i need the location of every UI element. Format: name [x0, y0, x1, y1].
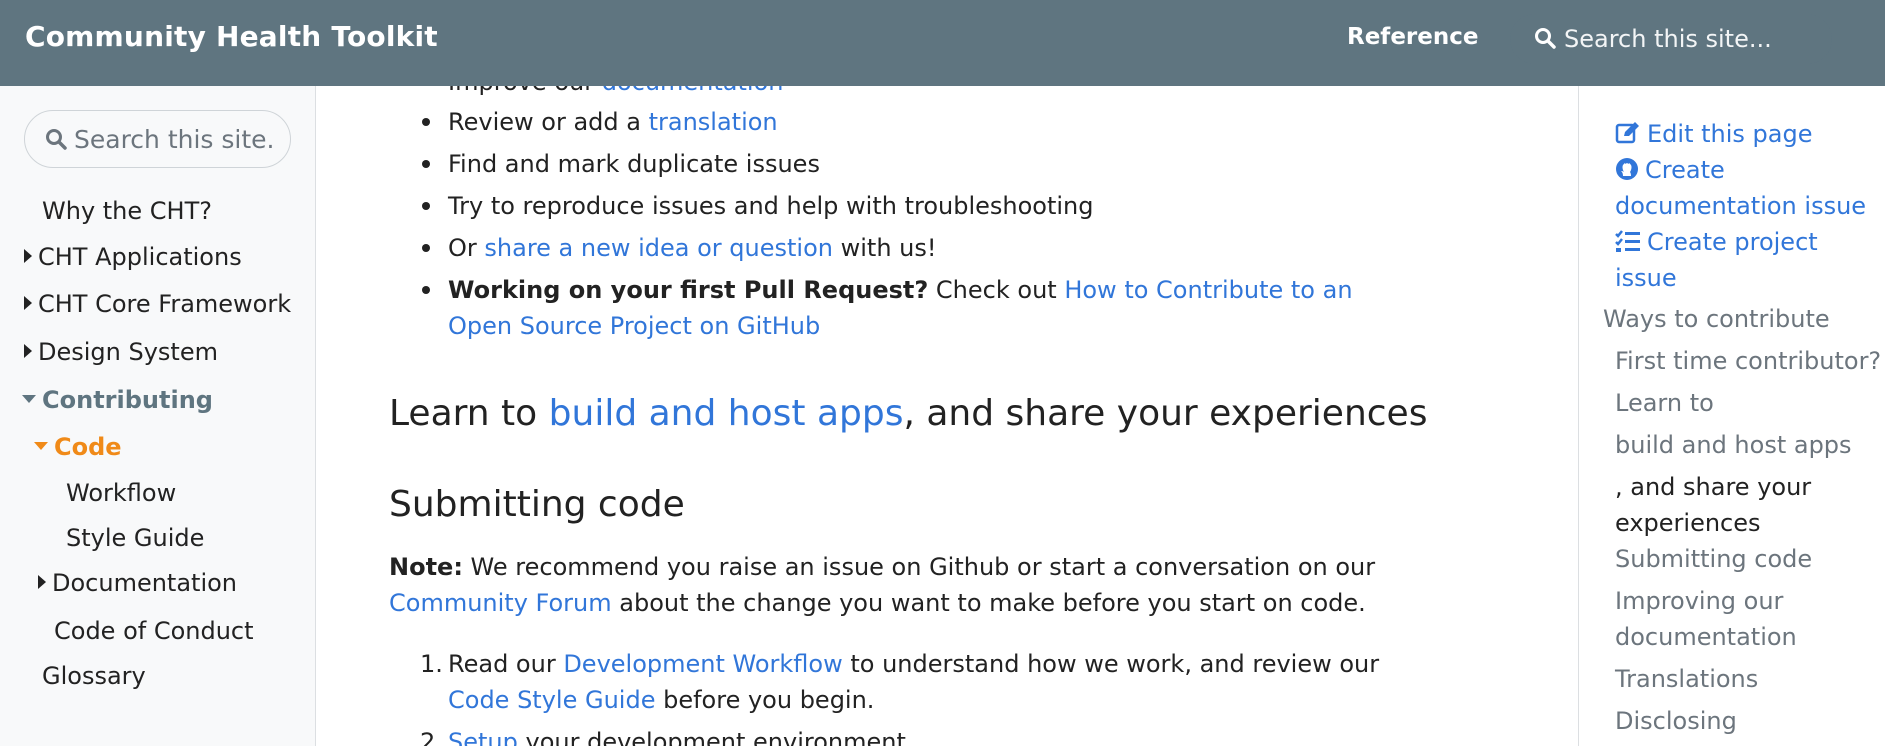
toc-first-time-contributor[interactable]: First time contributor?	[1615, 343, 1881, 379]
sidebar-item-cht-applications[interactable]: CHT Applications	[24, 243, 242, 271]
create-doc-issue-link[interactable]: Create	[1615, 152, 1725, 188]
list-item: Try to reproduce issues and help with tr…	[422, 188, 1094, 224]
sidebar-item-contributing[interactable]: Contributing	[22, 386, 213, 414]
documentation-link[interactable]: documentation	[602, 86, 784, 96]
tasks-icon	[1615, 230, 1640, 252]
sidebar-search-input[interactable]: Search this site.	[24, 110, 291, 168]
community-forum-link[interactable]: Community Forum	[389, 589, 612, 617]
caret-right-icon[interactable]	[24, 296, 32, 310]
right-toc: Edit this page Create documentation issu…	[1578, 86, 1885, 746]
sidebar-item-style-guide[interactable]: Style Guide	[66, 524, 204, 552]
search-icon	[1534, 27, 1556, 53]
site-title[interactable]: Community Health Toolkit	[25, 20, 438, 53]
main-content: Improve our documentation Review or add …	[316, 86, 1578, 746]
create-doc-issue-link-cont[interactable]: documentation issue	[1615, 188, 1866, 224]
toc-disclosing[interactable]: Disclosing	[1615, 703, 1737, 739]
heading-learn: Learn to build and host apps, and share …	[389, 393, 1428, 434]
caret-right-icon[interactable]	[24, 249, 32, 263]
header-search-placeholder: Search this site...	[1564, 25, 1772, 53]
search-icon	[45, 128, 67, 154]
translation-link[interactable]: translation	[649, 108, 778, 136]
caret-down-icon[interactable]	[34, 442, 48, 450]
toc-ways-to-contribute[interactable]: Ways to contribute	[1603, 301, 1830, 337]
edit-icon	[1615, 122, 1639, 144]
create-project-issue-link[interactable]: Create project	[1615, 224, 1818, 260]
list-item: Or share a new idea or question with us!	[422, 230, 937, 266]
list-item: Improve our documentation	[448, 86, 783, 100]
build-host-apps-link[interactable]: build and host apps	[549, 393, 904, 434]
sidebar-item-design-system[interactable]: Design System	[24, 338, 218, 366]
sidebar-item-workflow[interactable]: Workflow	[66, 479, 176, 507]
how-to-contribute-link[interactable]: How to Contribute to an	[1064, 276, 1352, 304]
caret-right-icon[interactable]	[38, 575, 46, 589]
list-item: Review or add a translation	[422, 104, 778, 140]
header-search-input[interactable]: Search this site...	[1510, 14, 1832, 64]
sidebar-item-why-cht[interactable]: Why the CHT?	[42, 197, 212, 225]
toc-submitting-code[interactable]: Submitting code	[1615, 541, 1812, 577]
toc-build-host-apps[interactable]: build and host apps	[1615, 427, 1852, 463]
toc-learn-to[interactable]: Learn to	[1615, 385, 1714, 421]
edit-page-link[interactable]: Edit this page	[1615, 116, 1812, 152]
top-navbar: Community Health Toolkit Reference Searc…	[0, 0, 1885, 86]
toc-share-experiences[interactable]: , and share your	[1615, 469, 1811, 505]
list-item: Working on your first Pull Request? Chec…	[422, 272, 1353, 344]
note-paragraph: Note: We recommend you raise an issue on…	[389, 553, 1376, 617]
share-idea-link[interactable]: share a new idea or question	[484, 234, 833, 262]
caret-down-icon[interactable]	[22, 395, 36, 403]
nav-reference-link[interactable]: Reference	[1347, 24, 1478, 50]
sidebar-item-code-of-conduct[interactable]: Code of Conduct	[54, 617, 254, 645]
how-to-contribute-link-cont[interactable]: Open Source Project on GitHub	[448, 312, 820, 340]
list-item: Find and mark duplicate issues	[422, 146, 820, 182]
setup-link[interactable]: Setup	[448, 728, 518, 746]
sidebar-item-cht-core[interactable]: CHT Core Framework	[24, 290, 291, 318]
toc-improving-docs-cont[interactable]: documentation	[1615, 619, 1797, 655]
sidebar-search-placeholder: Search this site.	[74, 125, 275, 154]
toc-improving-docs[interactable]: Improving our	[1615, 583, 1783, 619]
sidebar-item-documentation[interactable]: Documentation	[38, 569, 237, 597]
create-project-issue-link-cont[interactable]: issue	[1615, 260, 1677, 296]
development-workflow-link[interactable]: Development Workflow	[563, 650, 842, 678]
sidebar-item-glossary[interactable]: Glossary	[42, 662, 146, 690]
toc-share-experiences-cont[interactable]: experiences	[1615, 505, 1761, 541]
left-sidebar: Search this site. Why the CHT? CHT Appli…	[0, 86, 316, 746]
github-icon	[1616, 158, 1638, 180]
list-item: 1. Read our Development Workflow to under…	[420, 650, 1380, 714]
sidebar-item-code[interactable]: Code	[34, 433, 122, 461]
toc-translations[interactable]: Translations	[1615, 661, 1758, 697]
heading-submitting-code: Submitting code	[389, 484, 685, 525]
caret-right-icon[interactable]	[24, 344, 32, 358]
list-item: 2. Setup your development environment	[420, 724, 1398, 746]
code-style-guide-link[interactable]: Code Style Guide	[448, 686, 655, 714]
